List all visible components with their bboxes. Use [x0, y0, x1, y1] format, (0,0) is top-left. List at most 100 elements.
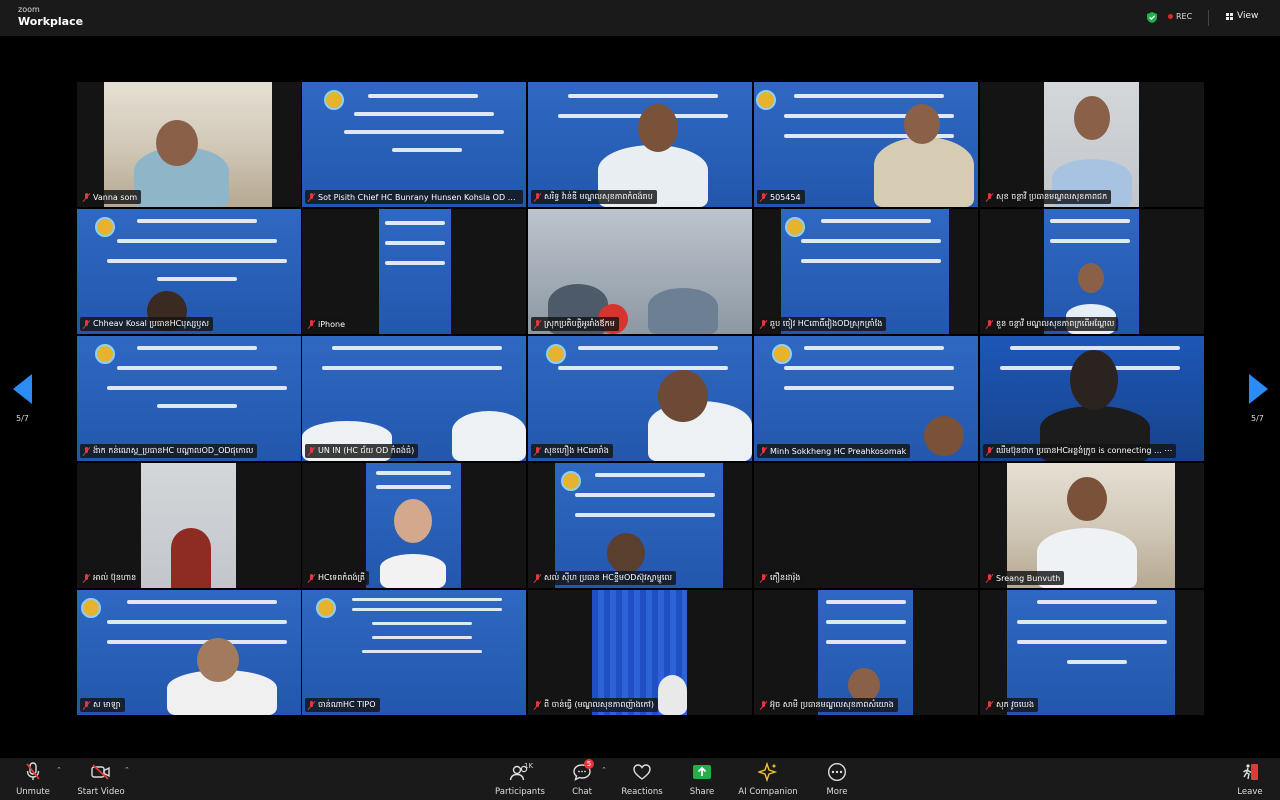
- next-page-arrow-icon[interactable]: [1249, 374, 1268, 404]
- participant-tile[interactable]: iPhone: [302, 209, 526, 334]
- muted-mic-icon: [760, 192, 767, 202]
- participant-name-label: 505454: [757, 190, 805, 204]
- share-screen-icon: [693, 765, 711, 779]
- security-shield-icon[interactable]: [1147, 12, 1157, 23]
- participant-name: អ៊ុច សាមី ប្រធានមណ្ឌលសុខភាពសំយោង: [770, 700, 894, 709]
- recording-dot-icon: [1168, 14, 1173, 19]
- muted-mic-icon: [760, 446, 767, 456]
- participant-tile[interactable]: Vanna som: [77, 82, 301, 207]
- unmute-label: Unmute: [16, 787, 50, 797]
- participant-tile[interactable]: សុភ វូចឃេង: [980, 590, 1204, 715]
- participant-tile[interactable]: ស្រុកប្រតិបត្តិអូររាំងឪកម: [528, 209, 752, 334]
- participant-video: [1044, 82, 1139, 207]
- participant-tile[interactable]: សុខហឿង HCអោរាំង: [528, 336, 752, 461]
- participant-tile[interactable]: ភឿនដារ៉ុង: [754, 463, 978, 588]
- participant-tile[interactable]: UN IN (HC ជ័យ OD កំពង់ធំ): [302, 336, 526, 461]
- muted-mic-icon: [308, 573, 315, 583]
- participant-tile[interactable]: ចាន់ណាHC TIPO: [302, 590, 526, 715]
- participant-video: [77, 590, 301, 715]
- participant-tile[interactable]: អាល់ ប៊ុនហាន: [77, 463, 301, 588]
- participant-name: UN IN (HC ជ័យ OD កំពង់ធំ): [318, 446, 415, 455]
- muted-mic-icon: [986, 446, 993, 456]
- participant-video: [302, 82, 526, 207]
- chat-unread-badge: 5: [584, 759, 594, 769]
- share-label: Share: [689, 787, 715, 797]
- participant-tile[interactable]: ខួន ចន្ថាវី មណ្ឌលសុខភាពក្រពើអណ្តែល: [980, 209, 1204, 334]
- participant-name: iPhone: [318, 319, 346, 329]
- meeting-toolbar: Unmute ⌃ Start Video ⌃ 1K Participants 5…: [0, 758, 1280, 800]
- participant-video: [754, 82, 978, 207]
- brand-small: zoom: [18, 5, 40, 14]
- leave-door-icon: [1243, 764, 1258, 780]
- participant-name: Chheav Kosal ប្រធានHCបុស្សឫស: [93, 319, 209, 328]
- leave-button[interactable]: Leave: [1218, 762, 1280, 798]
- participant-name-label: ចាន់ណាHC TIPO: [305, 698, 380, 712]
- muted-mic-icon: [308, 192, 315, 202]
- participant-tile[interactable]: ឆួប ចៀវ HCពោធិ៍វៀងODស្រុកត្រាំងែ: [754, 209, 978, 334]
- divider: [1208, 10, 1209, 26]
- participant-name: សុខ ចន្ថាវី ប្រធានមណ្ឌលសុខភាពជក: [996, 192, 1108, 201]
- participant-tile[interactable]: សរិទ្ធ វ៉ាន់ឌី មណ្ឌលសុខភាពកំពង់រាប: [528, 82, 752, 207]
- page-indicator-left: 5/7: [16, 414, 29, 423]
- participant-tile[interactable]: អ៊ុច សាមី ប្រធានមណ្ឌលសុខភាពសំយោង: [754, 590, 978, 715]
- audio-options-chevron-icon[interactable]: ⌃: [56, 766, 62, 774]
- muted-mic-icon: [986, 192, 993, 202]
- participant-video: [555, 463, 723, 588]
- participant-name: Vanna som: [93, 192, 138, 202]
- participant-name-label: iPhone: [305, 317, 350, 331]
- participant-video: [1007, 590, 1175, 715]
- participant-name-label: Chheav Kosal ប្រធានHCបុស្សឫស: [80, 317, 213, 331]
- view-button[interactable]: View: [1226, 11, 1258, 21]
- participant-name: 505454: [770, 192, 801, 202]
- more-button[interactable]: More: [805, 762, 869, 798]
- participant-tile[interactable]: ពី ចាន់ធ្វើ (មណ្ឌលសុខភាពញ៉ាងកៅ): [528, 590, 752, 715]
- participant-tile[interactable]: Sreang Bunvuth: [980, 463, 1204, 588]
- participant-name: អាល់ ប៊ុនហាន: [93, 573, 137, 582]
- muted-microphone-icon: [26, 762, 40, 780]
- more-options-icon: [827, 762, 847, 782]
- reactions-button[interactable]: Reactions: [610, 762, 674, 798]
- participant-tile[interactable]: សុខ ចន្ថាវី ប្រធានមណ្ឌលសុខភាពជក: [980, 82, 1204, 207]
- participant-name: សល់ ស៊ីហ ប្រធាន HCខ្ទឹមODស៊ុវស្វាម្ហូលេ: [544, 573, 673, 582]
- page-indicator-right: 5/7: [1251, 414, 1264, 423]
- participant-name-label: ឆួប ចៀវ HCពោធិ៍វៀងODស្រុកត្រាំងែ: [757, 317, 887, 331]
- previous-page-arrow-icon[interactable]: [13, 374, 32, 404]
- participant-tile[interactable]: Sot Pisith Chief HC Bunrany Hunsen Kohsl…: [302, 82, 526, 207]
- participants-label: Participants: [495, 787, 545, 797]
- participant-name-label: Sreang Bunvuth: [983, 571, 1065, 585]
- participant-tile[interactable]: សល់ ស៊ីហ ប្រធាន HCខ្ទឹមODស៊ុវស្វាម្ហូលេ: [528, 463, 752, 588]
- participant-tile[interactable]: Minh Sokkheng HC Preahkosomak: [754, 336, 978, 461]
- video-options-chevron-icon[interactable]: ⌃: [124, 766, 130, 774]
- muted-mic-icon: [534, 319, 541, 329]
- participant-name-label: Minh Sokkheng HC Preahkosomak: [757, 444, 911, 458]
- participants-button[interactable]: 1K Participants: [488, 762, 552, 798]
- rec-label: REC: [1176, 12, 1193, 21]
- participant-tile[interactable]: HCទេពកំពង់ត្រី: [302, 463, 526, 588]
- participant-name-label: សុខហឿង HCអោរាំង: [531, 444, 613, 458]
- muted-mic-icon: [760, 700, 767, 710]
- muted-mic-icon: [986, 700, 993, 710]
- participant-name: ឈឹមប៊ុនថាក ប្រធានHCអន្លង់ក្រូច is connec…: [996, 446, 1173, 455]
- participant-name: ពី ចាន់ធ្វើ (មណ្ឌលសុខភាពញ៉ាងកៅ): [544, 700, 654, 709]
- top-bar: zoom Workplace REC View: [0, 0, 1280, 36]
- muted-mic-icon: [760, 319, 767, 329]
- participant-name-label: UN IN (HC ជ័យ OD កំពង់ធំ): [305, 444, 419, 458]
- participant-tile[interactable]: ឈឹមប៊ុនថាក ប្រធានHCអន្លង់ក្រូច is connec…: [980, 336, 1204, 461]
- participant-name-label: អ៊ុច សាមី ប្រធានមណ្ឌលសុខភាពសំយោង: [757, 698, 898, 712]
- participant-tile[interactable]: ង៉ាក កន់ណេស្ត_ប្រធានHC បណ្តាលOD_ODផុកោល: [77, 336, 301, 461]
- ai-companion-button[interactable]: AI Companion: [736, 762, 800, 798]
- leave-label: Leave: [1237, 787, 1263, 797]
- muted-mic-icon: [986, 573, 993, 583]
- muted-mic-icon: [83, 319, 90, 329]
- recording-indicator[interactable]: REC: [1168, 12, 1192, 21]
- participant-tile[interactable]: ស មាឡា: [77, 590, 301, 715]
- zoom-workplace-logo: zoom Workplace: [18, 5, 83, 28]
- participant-tile[interactable]: 505454: [754, 82, 978, 207]
- muted-mic-icon: [83, 446, 90, 456]
- muted-mic-icon: [986, 319, 993, 329]
- participant-tile[interactable]: Chheav Kosal ប្រធានHCបុស្សឫស: [77, 209, 301, 334]
- share-button[interactable]: Share: [670, 762, 734, 798]
- participant-name-label: Sot Pisith Chief HC Bunrany Hunsen Kohsl…: [305, 190, 523, 204]
- participant-name: Minh Sokkheng HC Preahkosomak: [770, 446, 907, 456]
- chat-options-chevron-icon[interactable]: ⌃: [601, 766, 607, 774]
